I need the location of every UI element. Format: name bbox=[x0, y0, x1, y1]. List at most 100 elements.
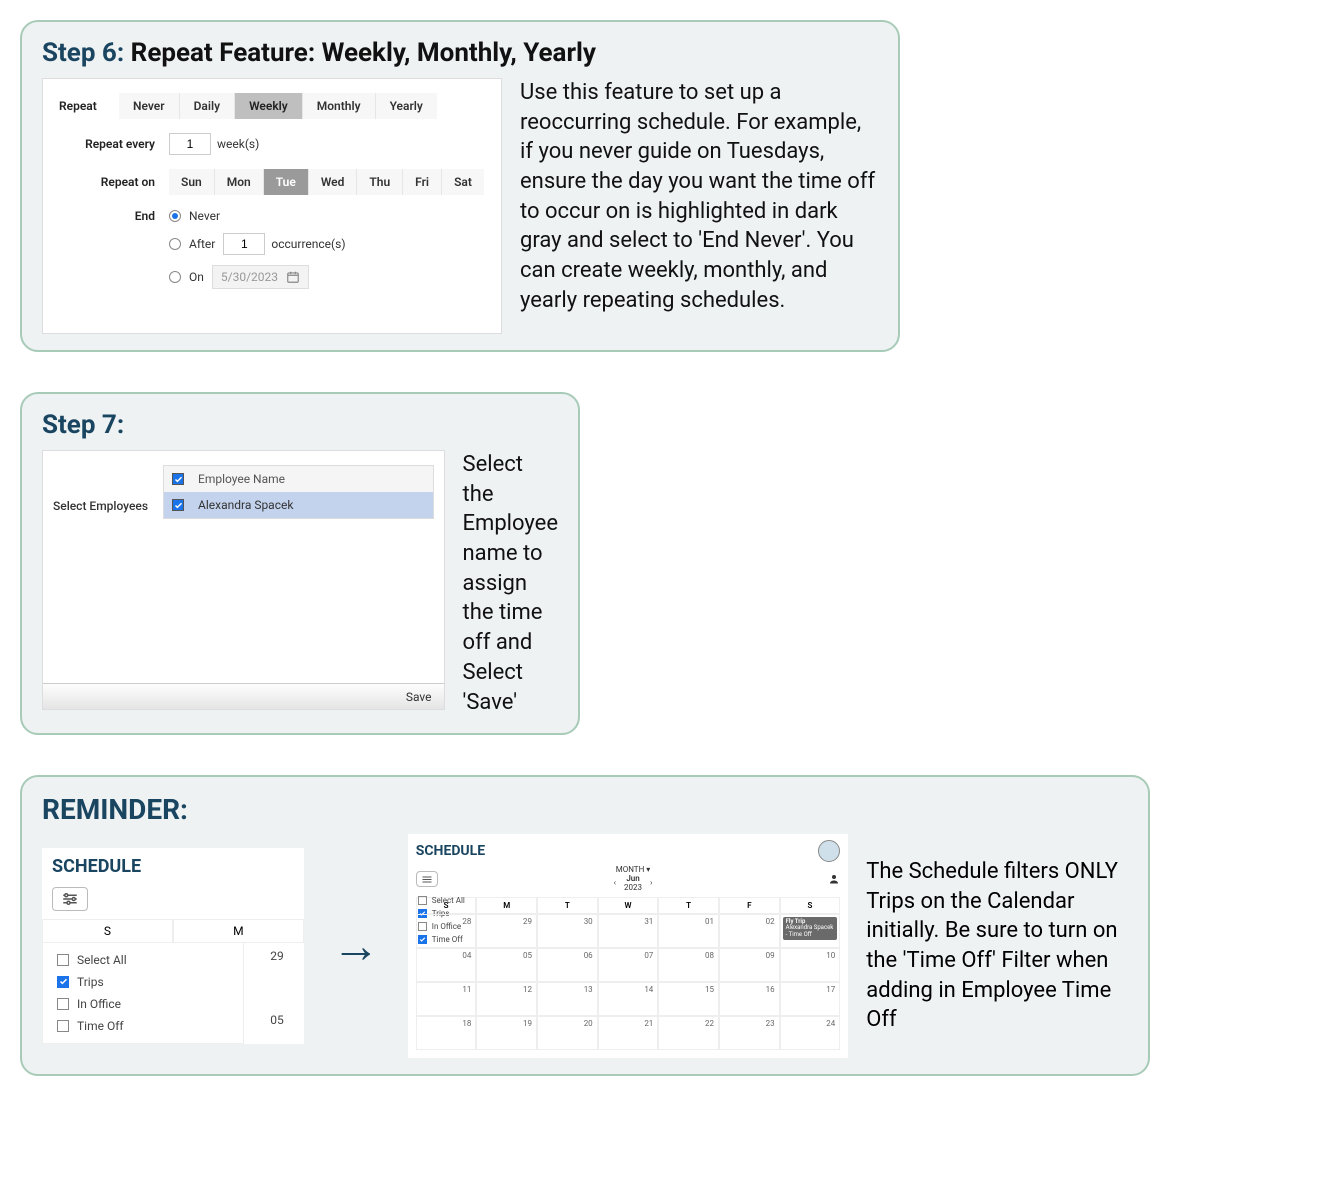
reminder-title: REMINDER: bbox=[42, 793, 1128, 826]
calendar-cell[interactable]: 19 bbox=[476, 1016, 537, 1050]
repeat-frequency-group: Never Daily Weekly Monthly Yearly bbox=[119, 93, 437, 119]
end-on-option[interactable]: On 5/30/2023 bbox=[169, 265, 346, 289]
day-tue[interactable]: Tue bbox=[264, 169, 309, 195]
filter-trips[interactable]: Trips bbox=[57, 971, 229, 993]
person-icon[interactable] bbox=[828, 873, 840, 885]
employee-row[interactable]: Alexandra Spacek bbox=[164, 492, 433, 518]
end-label: End bbox=[59, 209, 169, 223]
checkbox-icon[interactable] bbox=[172, 499, 184, 511]
day-header: F bbox=[719, 897, 780, 914]
end-after-input[interactable] bbox=[223, 233, 265, 255]
calendar-cell[interactable]: 16 bbox=[719, 982, 780, 1016]
calendar-cell[interactable]: 04 bbox=[416, 948, 477, 982]
calendar-cell[interactable]: 30 bbox=[537, 914, 598, 948]
employee-header-text: Employee Name bbox=[198, 472, 285, 486]
day-fri[interactable]: Fri bbox=[403, 169, 442, 195]
calendar-cell[interactable]: 13 bbox=[537, 982, 598, 1016]
step7-description: Select the Employee name to assign the t… bbox=[463, 450, 558, 717]
day-sat[interactable]: Sat bbox=[442, 169, 484, 195]
checkbox-icon[interactable] bbox=[172, 473, 184, 485]
end-on-date-input[interactable]: 5/30/2023 bbox=[212, 265, 309, 289]
calendar-cell[interactable]: 22 bbox=[658, 1016, 719, 1050]
calendar-cell[interactable]: 29 bbox=[476, 914, 537, 948]
filter-button[interactable] bbox=[52, 887, 88, 911]
day-wed[interactable]: Wed bbox=[309, 169, 358, 195]
filter-time-off[interactable]: Time Off bbox=[57, 1015, 229, 1037]
calendar-cell[interactable]: 18 bbox=[416, 1016, 477, 1050]
end-never-option[interactable]: Never bbox=[169, 209, 346, 223]
sliders-icon bbox=[61, 892, 79, 906]
end-after-unit: occurrence(s) bbox=[271, 237, 345, 251]
reminder-description: The Schedule filters ONLY Trips on the C… bbox=[866, 857, 1128, 1035]
repeat-every-input[interactable] bbox=[169, 133, 211, 155]
filter-select-all[interactable]: Select All bbox=[57, 949, 229, 971]
day-thu[interactable]: Thu bbox=[357, 169, 403, 195]
save-button[interactable]: Save bbox=[406, 690, 432, 704]
employee-panel: Select Employees Employee Name Alexandra… bbox=[42, 450, 445, 710]
filter-in-office[interactable]: In Office bbox=[57, 993, 229, 1015]
repeat-daily[interactable]: Daily bbox=[180, 93, 235, 119]
calendar-cell[interactable]: 06 bbox=[537, 948, 598, 982]
employee-table-header[interactable]: Employee Name bbox=[164, 466, 433, 492]
calendar-date: 05 bbox=[244, 1007, 292, 1027]
calendar-cell[interactable]: 31 bbox=[598, 914, 659, 948]
calendar-cell[interactable]: 01 bbox=[658, 914, 719, 948]
day-mon[interactable]: Mon bbox=[215, 169, 264, 195]
calendar-event[interactable]: Fly Trip Alexandra Spacek - Time Off bbox=[783, 917, 838, 941]
calendar-cell[interactable]: 11 bbox=[416, 982, 477, 1016]
step6-title: Step 6: Repeat Feature: Weekly, Monthly,… bbox=[42, 38, 878, 68]
repeat-never[interactable]: Never bbox=[119, 93, 180, 119]
calendar-cell[interactable]: 28 bbox=[416, 914, 477, 948]
calendar-cell[interactable]: 03 Fly Trip Alexandra Spacek - Time Off bbox=[780, 914, 841, 948]
employee-name: Alexandra Spacek bbox=[198, 498, 293, 512]
repeat-every-unit: week(s) bbox=[217, 137, 259, 151]
sliders-icon bbox=[421, 875, 433, 884]
step7-prefix: Step 7: bbox=[42, 410, 124, 440]
calendar-cell[interactable]: 10 bbox=[780, 948, 841, 982]
repeat-monthly[interactable]: Monthly bbox=[303, 93, 376, 119]
end-after-option[interactable]: After occurrence(s) bbox=[169, 233, 346, 255]
checkbox-icon bbox=[57, 1020, 69, 1032]
calendar-cell[interactable]: 24 bbox=[780, 1016, 841, 1050]
repeat-weekly[interactable]: Weekly bbox=[235, 93, 303, 119]
end-never-label: Never bbox=[189, 209, 220, 223]
calendar-cell[interactable]: 08 bbox=[658, 948, 719, 982]
year-label: 2023 bbox=[624, 884, 642, 893]
radio-icon bbox=[169, 238, 181, 250]
step6-title-text: Repeat Feature: Weekly, Monthly, Yearly bbox=[131, 38, 596, 68]
end-after-label: After bbox=[189, 237, 215, 251]
filter-button[interactable] bbox=[416, 871, 438, 887]
checkbox-icon bbox=[418, 896, 427, 905]
calendar-cell[interactable]: 02 bbox=[719, 914, 780, 948]
filter-select-all[interactable]: Select All bbox=[418, 894, 496, 907]
repeat-every-label: Repeat every bbox=[59, 137, 169, 151]
next-month-button[interactable]: › bbox=[650, 879, 652, 888]
day-sun[interactable]: Sun bbox=[169, 169, 215, 195]
avatar-icon[interactable] bbox=[818, 840, 840, 862]
day-header: T bbox=[658, 897, 719, 914]
calendar-cell[interactable]: 20 bbox=[537, 1016, 598, 1050]
checkbox-icon bbox=[57, 998, 69, 1010]
calendar-cell[interactable]: 17 bbox=[780, 982, 841, 1016]
calendar-cell[interactable]: 21 bbox=[598, 1016, 659, 1050]
schedule-title-left: SCHEDULE bbox=[42, 848, 304, 883]
calendar-cell[interactable]: 23 bbox=[719, 1016, 780, 1050]
calendar-cell[interactable]: 05 bbox=[476, 948, 537, 982]
step6-description: Use this feature to set up a reoccurring… bbox=[520, 78, 878, 316]
schedule-left-panel: SCHEDULE S M Select All bbox=[42, 848, 304, 1044]
schedule-title-right: SCHEDULE bbox=[416, 843, 485, 859]
prev-month-button[interactable]: ‹ bbox=[614, 879, 616, 888]
calendar-icon bbox=[286, 270, 300, 284]
end-on-label: On bbox=[189, 270, 204, 284]
calendar-cell[interactable]: 14 bbox=[598, 982, 659, 1016]
calendar-cell[interactable]: 12 bbox=[476, 982, 537, 1016]
day-header: S bbox=[42, 919, 173, 943]
calendar-cell[interactable]: 09 bbox=[719, 948, 780, 982]
repeat-yearly[interactable]: Yearly bbox=[376, 93, 437, 119]
calendar-cell[interactable]: 07 bbox=[598, 948, 659, 982]
calendar-cell[interactable]: 15 bbox=[658, 982, 719, 1016]
reminder-card: REMINDER: SCHEDULE S M bbox=[20, 775, 1150, 1075]
repeat-panel: Repeat Never Daily Weekly Monthly Yearly… bbox=[42, 78, 502, 334]
step7-card: Step 7: Select Employees Employee Name bbox=[20, 392, 580, 735]
checkbox-icon bbox=[57, 976, 69, 988]
